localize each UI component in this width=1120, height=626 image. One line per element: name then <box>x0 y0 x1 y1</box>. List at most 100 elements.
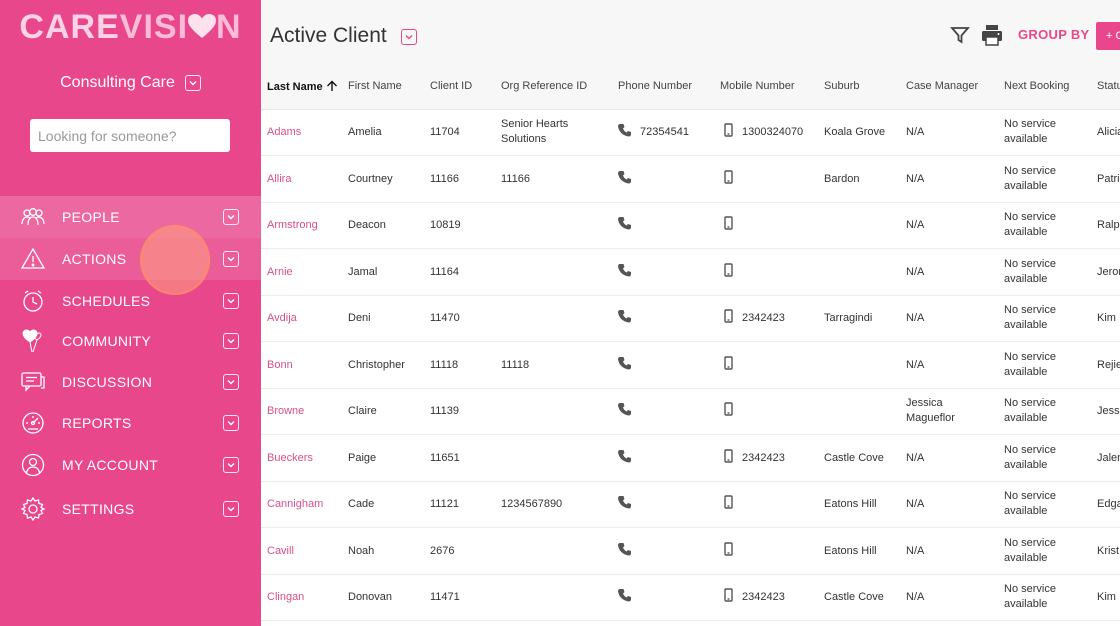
mobile-phone-icon[interactable] <box>722 541 735 556</box>
table-row[interactable]: Adams Amelia 11704 Senior Hearts Solutions 7… <box>261 110 1120 156</box>
phone-icon[interactable] <box>618 588 631 602</box>
phone-icon[interactable] <box>618 309 631 323</box>
printer-icon[interactable] <box>980 23 1004 47</box>
suburb: Eatons Hill <box>824 544 877 557</box>
column-header-status[interactable]: Status <box>1097 80 1120 92</box>
sidebar-item-label: PEOPLE <box>62 209 120 225</box>
column-header-client-id[interactable]: Client ID <box>430 80 472 92</box>
mobile-phone-icon[interactable] <box>722 588 735 602</box>
carevision-logo[interactable]: CAREVISI N <box>0 8 261 47</box>
table-row[interactable]: Avdija Deni 11470 2342423 Tarragindi N/A No se… <box>261 296 1120 342</box>
table-row[interactable]: Armstrong Deacon 10819 N/A No service availa… <box>261 203 1120 249</box>
mobile-phone-icon[interactable] <box>722 123 735 137</box>
table-row[interactable]: Bonn Christopher 11118 11118 N/A No service a… <box>261 343 1120 389</box>
sort-ascending-icon[interactable] <box>326 80 338 92</box>
next-booking: No service available <box>1004 490 1056 517</box>
mobile-phone-icon[interactable] <box>722 402 735 416</box>
column-header-last-name[interactable]: Last Name <box>267 80 338 93</box>
phone-icon[interactable] <box>618 216 631 230</box>
chevron-down-icon[interactable] <box>223 251 239 267</box>
table-row[interactable]: Clingan Donovan 11471 2342423 Castle Cove N/A… <box>261 575 1120 621</box>
client-last-name-link[interactable]: Arnie <box>267 265 293 280</box>
phone-icon[interactable] <box>618 356 631 370</box>
chevron-down-icon[interactable] <box>223 415 239 431</box>
column-header-next-booking[interactable]: Next Booking <box>1004 80 1069 92</box>
organization-name: Consulting Care <box>60 74 175 91</box>
sidebar-item-discussion[interactable]: DISCUSSION <box>0 361 261 403</box>
phone-icon[interactable] <box>618 402 631 416</box>
filter-icon[interactable] <box>950 25 970 45</box>
mobile-phone-icon[interactable] <box>722 355 735 370</box>
chevron-down-icon[interactable] <box>223 209 239 225</box>
client-first-name: Deacon <box>348 219 386 231</box>
client-last-name-link[interactable]: Armstrong <box>267 218 318 233</box>
sidebar-item-my-account[interactable]: MY ACCOUNT <box>0 444 261 486</box>
mobile-phone-icon[interactable] <box>722 262 735 277</box>
table-row[interactable]: Cavill Noah 2676 Eatons Hill N/A No service a… <box>261 529 1120 575</box>
mobile-phone-icon[interactable] <box>722 309 735 323</box>
column-header-suburb[interactable]: Suburb <box>824 80 859 92</box>
group-by-button[interactable]: GROUP BY <box>1018 27 1090 42</box>
sidebar-item-label: DISCUSSION <box>62 374 153 390</box>
client-last-name-link[interactable]: Bonn <box>267 358 293 373</box>
table-row[interactable]: Cannigham Cade 11121 1234567890 Eatons Hill N… <box>261 482 1120 528</box>
client-last-name-link[interactable]: Browne <box>267 404 304 419</box>
phone-icon[interactable] <box>618 123 631 137</box>
column-header-case-manager[interactable]: Case Manager <box>906 80 978 92</box>
table-row[interactable]: Browne Claire 11139 Jessica Magueflor No ser… <box>261 389 1120 435</box>
client-search-input[interactable] <box>30 119 230 152</box>
status-value: Rejie <box>1097 358 1120 371</box>
sidebar-item-reports[interactable]: REPORTS <box>0 402 261 444</box>
phone-icon[interactable] <box>618 263 631 277</box>
chevron-down-icon[interactable] <box>401 29 417 45</box>
mobile-phone-icon[interactable] <box>722 216 735 230</box>
table-row[interactable]: Arnie Jamal 11164 N/A No service available Je… <box>261 250 1120 296</box>
chat-icon <box>20 369 46 395</box>
chevron-down-icon[interactable] <box>184 75 201 91</box>
column-header-phone-number[interactable]: Phone Number <box>618 80 692 92</box>
phone-icon[interactable] <box>618 542 631 556</box>
sidebar-item-settings[interactable]: SETTINGS <box>0 488 261 530</box>
add-client-button[interactable]: + C <box>1096 22 1120 50</box>
client-id: 2676 <box>430 544 455 557</box>
mobile-phone-icon[interactable] <box>722 448 735 463</box>
next-booking: No service available <box>1004 536 1056 564</box>
table-row[interactable]: Allira Courtney 11166 11166 Bardon N/A No serv… <box>261 157 1120 203</box>
client-last-name-link[interactable]: Avdija <box>267 311 297 326</box>
client-last-name-link[interactable]: Bueckers <box>267 451 313 466</box>
logo-text-care: CARE <box>19 8 120 46</box>
sidebar-item-community[interactable]: COMMUNITY <box>0 320 261 362</box>
column-header-first-name[interactable]: First Name <box>348 80 402 92</box>
sidebar-item-people[interactable]: PEOPLE <box>0 196 261 238</box>
mobile-number: 2342423 <box>742 591 785 603</box>
table-row[interactable]: Bueckers Paige 11651 2342423 Castle Cove N/A N… <box>261 436 1120 482</box>
page-header: Active Client GROUP BY + C <box>261 0 1120 68</box>
client-last-name-link[interactable]: Cavill <box>267 544 294 559</box>
people-icon <box>20 204 46 230</box>
chevron-down-icon[interactable] <box>223 333 239 349</box>
sidebar-item-schedules[interactable]: SCHEDULES <box>0 280 261 322</box>
phone-icon[interactable] <box>618 495 631 509</box>
column-header-org-reference-id[interactable]: Org Reference ID <box>501 80 587 92</box>
client-last-name-link[interactable]: Clingan <box>267 590 304 605</box>
client-last-name-link[interactable]: Cannigham <box>267 497 323 512</box>
warning-icon <box>20 246 46 272</box>
client-last-name-link[interactable]: Allira <box>267 172 291 187</box>
sidebar-item-label: SETTINGS <box>62 501 135 517</box>
organization-selector[interactable]: Consulting Care <box>0 74 261 92</box>
chevron-down-icon[interactable] <box>223 374 239 390</box>
click-indicator <box>140 225 210 295</box>
client-last-name-link[interactable]: Adams <box>267 125 301 140</box>
chevron-down-icon[interactable] <box>223 457 239 473</box>
suburb: Castle Cove <box>824 591 884 603</box>
sidebar-item-actions[interactable]: ACTIONS <box>0 238 261 280</box>
mobile-phone-icon[interactable] <box>722 169 735 184</box>
heart-balloon-icon <box>20 328 46 354</box>
phone-icon[interactable] <box>618 170 631 184</box>
chevron-down-icon[interactable] <box>223 293 239 309</box>
column-header-mobile-number[interactable]: Mobile Number <box>720 80 795 92</box>
mobile-phone-icon[interactable] <box>722 495 735 509</box>
chevron-down-icon[interactable] <box>223 501 239 517</box>
next-booking: No service available <box>1004 164 1056 192</box>
phone-icon[interactable] <box>618 449 631 463</box>
